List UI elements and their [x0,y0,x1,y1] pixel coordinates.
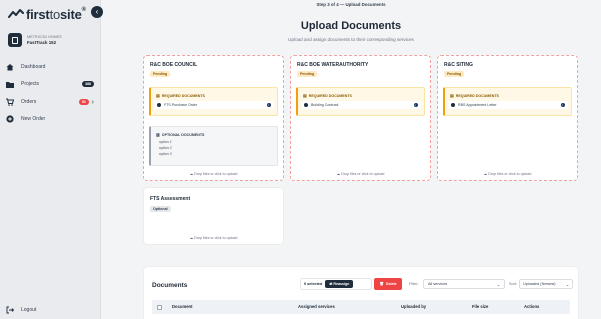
optional-documents-box: ▥ OPTIONAL DOCUMENTS option 1 option 2 op… [149,126,278,166]
chevron-left-icon: ‹ [95,7,99,16]
sort-select[interactable]: Uploaded (Newest) ⌄ [519,279,573,289]
document-icon: ▤ [156,93,160,98]
main-content: Step 3 of 4 — Upload Documents Upload Do… [101,0,601,319]
filter-label: Filter: [409,282,419,286]
sort-label: Sort: [509,282,518,286]
sidebar-item-new-order[interactable]: New Order [6,113,94,125]
column-header-uploaded-by[interactable]: Uploaded by [401,304,426,309]
dropzone[interactable]: ☁ Drop files or click to upload [144,172,283,176]
status-badge: Pending [444,71,465,77]
sidebar-item-label: Dashboard [21,64,46,70]
chevron-right-icon: › [91,98,94,106]
service-card-fts-assessment[interactable]: FTS Assessment Optional ☁ Drop files or … [143,187,284,245]
step-indicator: Step 3 of 4 — Upload Documents [316,2,386,7]
dropzone[interactable]: ☁ Drop files or click to upload [144,236,283,240]
optional-documents-heading: ▥ OPTIONAL DOCUMENTS [156,132,205,137]
reassign-button[interactable]: ⇄ Reassign [325,280,354,288]
required-documents-heading: ▤ REQUIRED DOCUMENTS [156,93,205,98]
building-icon [8,33,22,47]
logo-icon [8,9,24,18]
required-documents-box: ▤ REQUIRED DOCUMENTS Building Contract i [296,87,425,116]
documents-table-header: Document Assigned services Uploaded by F… [152,300,570,314]
page-subtitle: Upload and assign documents to their cor… [288,37,414,42]
orders-count-badge: 53 [78,99,89,105]
plus-circle-icon [6,115,14,123]
logout-icon [6,306,14,314]
required-document-item[interactable]: RBS Appointment Letter i [448,101,568,109]
brand-name: firsttosite® [26,6,86,22]
org-switcher[interactable]: METRICON HOMES FastTrack 152 [8,31,95,49]
org-subtitle: METRICON HOMES [27,35,62,39]
status-badge: Pending [150,71,171,77]
info-icon[interactable]: i [560,102,565,108]
card-title: R&C BOE WATERAUTHORITY [297,62,369,68]
sidebar-item-label: New Order [21,116,46,122]
status-dot-icon [451,103,455,107]
sidebar-item-orders[interactable]: Orders 53 › [6,96,94,108]
required-document-item[interactable]: FTS Purchase Order i [154,101,274,109]
card-title: R&C BOE COUNCIL [150,62,198,68]
required-documents-heading: ▤ REQUIRED DOCUMENTS [450,93,499,98]
service-card-council[interactable]: R&C BOE COUNCIL Pending ▤ REQUIRED DOCUME… [143,55,284,181]
optional-document-item[interactable]: option 1 [159,140,172,144]
service-card-waterauthority[interactable]: R&C BOE WATERAUTHORITY Pending ▤ REQUIRED… [290,55,431,181]
required-document-item[interactable]: Building Contract i [301,101,421,109]
sidebar-item-projects[interactable]: Projects 388 [6,78,94,90]
column-header-document[interactable]: Document [172,304,192,309]
dropzone[interactable]: ☁ Drop files or click to upload [291,172,430,176]
column-header-services[interactable]: Assigned services [298,304,335,309]
logout-label: Logout [21,307,37,313]
status-dot-icon [157,103,161,107]
optional-document-item[interactable]: option 2 [159,146,172,150]
filter-select[interactable]: All services ⌄ [423,279,505,289]
logout-button[interactable]: Logout [6,305,36,315]
document-icon: ▤ [450,93,454,98]
projects-count-badge: 388 [82,81,94,87]
info-icon[interactable]: i [413,102,418,108]
brand-logo[interactable]: firsttosite® [8,6,86,22]
card-title: FTS Assessment [150,196,191,202]
org-name: FastTrack 152 [27,40,57,45]
info-icon[interactable]: i [266,102,271,108]
service-card-siting[interactable]: R&C SITING Pending ▤ REQUIRED DOCUMENTS R… [437,55,578,181]
selection-toolbar: 0 selected ⇄ Reassign [300,278,372,290]
required-documents-box: ▤ REQUIRED DOCUMENTS RBS Appointment Lett… [443,87,572,116]
sidebar-item-label: Projects [21,81,40,87]
sidebar-item-label: Orders [21,99,37,105]
documents-title: Documents [152,282,188,289]
document-icon: ▤ [303,93,307,98]
dropzone[interactable]: ☁ Drop files or click to upload [438,172,577,176]
card-title: R&C SITING [444,62,473,68]
column-header-actions: Actions [524,304,540,309]
cart-icon [6,98,14,106]
status-badge: Optional [150,206,171,212]
optional-document-item[interactable]: option 3 [159,152,172,156]
status-badge: Pending [297,71,318,77]
chevron-down-icon: ⌄ [565,282,569,287]
sidebar-item-dashboard[interactable]: Dashboard [6,61,94,73]
page-title: Upload Documents [300,20,402,32]
status-dot-icon [304,103,308,107]
documents-panel: Documents 0 selected ⇄ Reassign 🗑 Delete … [143,266,579,319]
required-documents-heading: ▤ REQUIRED DOCUMENTS [303,93,352,98]
required-documents-box: ▤ REQUIRED DOCUMENTS FTS Purchase Order i [149,87,278,116]
selected-count: 0 selected [304,282,323,286]
home-icon [6,63,14,71]
select-all-checkbox[interactable] [157,304,162,311]
trash-icon: 🗑 [379,282,384,286]
chevron-down-icon: ⌄ [496,282,500,287]
sidebar: firsttosite® ‹ METRICON HOMES FastTrack … [0,0,103,319]
collapse-sidebar-button[interactable]: ‹ [91,6,103,18]
folder-icon [6,80,14,88]
layers-icon: ▥ [156,132,160,137]
delete-button[interactable]: 🗑 Delete [374,278,402,290]
column-header-file-size[interactable]: File size [472,304,488,309]
